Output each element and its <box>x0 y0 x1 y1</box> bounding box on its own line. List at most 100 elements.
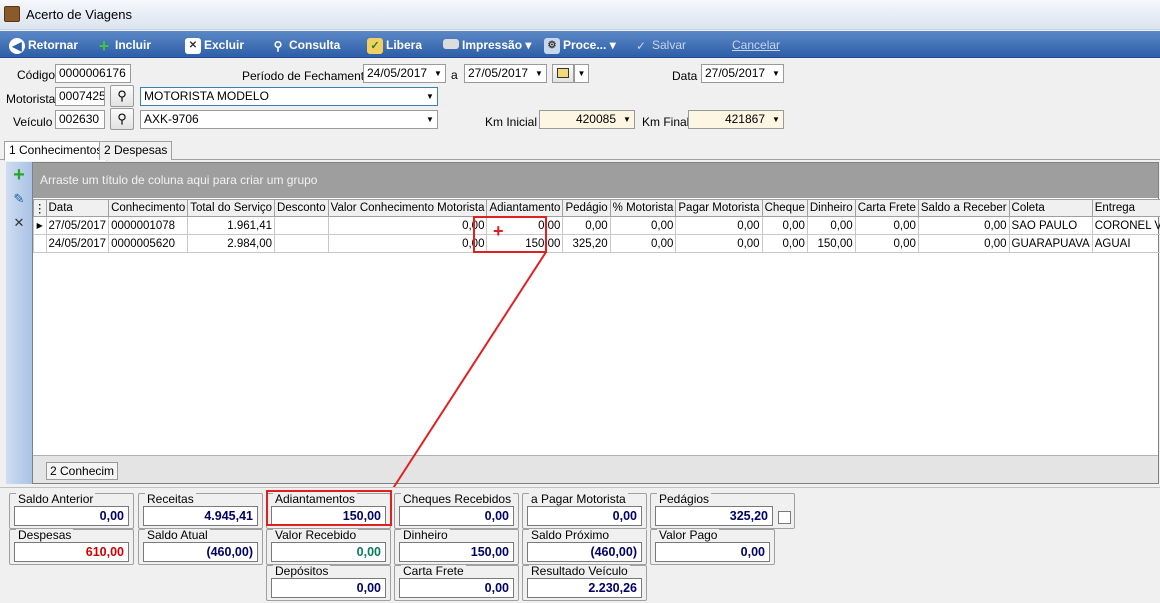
receitas-value[interactable]: 4.945,41 <box>143 506 258 526</box>
motorista-codigo-field[interactable]: 0007425 <box>55 87 105 106</box>
libera-button[interactable]: ✓ Libera <box>367 35 422 55</box>
valor-pago-value[interactable]: 0,00 <box>655 542 770 562</box>
cell-pedagio[interactable]: 0,00 <box>562 216 611 235</box>
cell-conhecimento[interactable]: 0000001078 <box>108 216 189 235</box>
col-header-entrega[interactable]: Entrega <box>1091 199 1160 217</box>
retornar-button[interactable]: ◀ Retornar <box>9 35 78 55</box>
pedagios-checkbox[interactable] <box>778 511 791 524</box>
edit-icon[interactable]: ✎ <box>10 190 28 208</box>
consulta-button[interactable]: ⚲ Consulta <box>270 35 341 55</box>
cell-valor-conhecimento-motorista[interactable]: 0,00 <box>327 234 488 253</box>
group-panel[interactable]: Arraste um título de coluna aqui para cr… <box>33 163 1158 198</box>
col-header-dinheiro[interactable]: Dinheiro <box>806 199 856 217</box>
cell-coleta[interactable]: GUARAPUAVA <box>1008 234 1093 253</box>
cell-desconto[interactable] <box>274 234 329 253</box>
km-inicial-field[interactable]: 420085 ▼ <box>539 110 635 129</box>
tab-conhecimentos[interactable]: 1 Conhecimentos <box>4 141 108 161</box>
incluir-button[interactable]: + Incluir <box>96 35 151 55</box>
despesas-value[interactable]: 610,00 <box>14 542 129 562</box>
codigo-field[interactable]: 0000006176 <box>55 64 131 83</box>
cell-carta-frete[interactable]: 0,00 <box>854 216 919 235</box>
pedagios-value[interactable]: 325,20 <box>655 506 773 526</box>
col-header-percent-motorista[interactable]: % Motorista <box>609 199 677 217</box>
motorista-nome-field[interactable]: MOTORISTA MODELO ▼ <box>140 87 438 106</box>
cell-entrega[interactable]: CORONEL VIVIDA <box>1091 216 1160 235</box>
impressao-menu[interactable]: Impressão ▾ <box>443 35 531 55</box>
motorista-search-button[interactable]: ⚲ <box>110 85 134 107</box>
cell-coleta[interactable]: SAO PAULO <box>1008 216 1093 235</box>
veiculo-search-button[interactable]: ⚲ <box>110 108 134 130</box>
cell-total-servico[interactable]: 1.961,41 <box>187 216 276 235</box>
chevron-down-icon[interactable]: ▼ <box>769 65 783 82</box>
excluir-button[interactable]: ✕ Excluir <box>185 35 244 55</box>
cell-carta-frete[interactable]: 0,00 <box>854 234 919 253</box>
periodo-inicio-field[interactable]: 24/05/2017 ▼ <box>363 64 446 83</box>
chevron-down-icon[interactable]: ▼ <box>532 65 546 82</box>
calendar-icon[interactable] <box>552 64 574 83</box>
cell-dinheiro[interactable]: 0,00 <box>806 216 856 235</box>
cell-percent-motorista[interactable]: 0,00 <box>609 216 677 235</box>
column-chooser-icon[interactable]: ⋮ <box>33 199 47 217</box>
cell-pagar-motorista[interactable]: 0,00 <box>675 216 763 235</box>
col-header-cheque[interactable]: Cheque <box>761 199 808 217</box>
resultado-veiculo-value[interactable]: 2.230,26 <box>527 578 642 598</box>
col-header-desconto[interactable]: Desconto <box>274 199 329 217</box>
tab-despesas[interactable]: 2 Despesas <box>99 141 173 160</box>
veiculo-codigo-field[interactable]: 002630 <box>55 110 105 129</box>
saldo-proximo-acerto-value[interactable]: (460,00) <box>527 542 642 562</box>
record-count[interactable]: 2 Conhecim <box>46 462 119 480</box>
cancelar-button[interactable]: Cancelar <box>732 35 780 55</box>
col-header-valor-conhecimento-motorista[interactable]: Valor Conhecimento Motorista <box>327 199 488 217</box>
cell-cheque[interactable]: 0,00 <box>761 234 808 253</box>
cell-total-servico[interactable]: 2.984,00 <box>187 234 276 253</box>
chevron-down-icon[interactable]: ▼ <box>423 88 437 105</box>
cell-cheque[interactable]: 0,00 <box>761 216 808 235</box>
col-header-pedagio[interactable]: Pedágio <box>562 199 611 217</box>
calendar-dropdown-button[interactable]: ▼ <box>574 64 589 83</box>
cell-saldo-receber[interactable]: 0,00 <box>917 216 1010 235</box>
periodo-fim-field[interactable]: 27/05/2017 ▼ <box>464 64 547 83</box>
col-header-data[interactable]: Data <box>45 199 110 217</box>
carta-frete-value[interactable]: 0,00 <box>399 578 514 598</box>
valor-recebido-value[interactable]: 0,00 <box>271 542 386 562</box>
cell-valor-conhecimento-motorista[interactable]: 0,00 <box>327 216 488 235</box>
cell-conhecimento[interactable]: 0000005620 <box>108 234 189 253</box>
cell-saldo-receber[interactable]: 0,00 <box>917 234 1010 253</box>
cell-entrega[interactable]: AGUAI <box>1091 234 1160 253</box>
chevron-down-icon[interactable]: ▼ <box>431 65 445 82</box>
col-header-carta-frete[interactable]: Carta Frete <box>854 199 919 217</box>
chevron-down-icon[interactable]: ▼ <box>769 111 783 128</box>
cell-percent-motorista[interactable]: 0,00 <box>609 234 677 253</box>
cell-data[interactable]: 27/05/2017 <box>45 216 110 235</box>
km-final-field[interactable]: 421867 ▼ <box>688 110 784 129</box>
table-row[interactable]: ▶ 27/05/2017 0000001078 1.961,41 0,00 0,… <box>33 216 1160 235</box>
a-pagar-motorista-value[interactable]: 0,00 <box>527 506 642 526</box>
veiculo-placa-field[interactable]: AXK-9706 ▼ <box>140 110 438 129</box>
delete-clipboard-icon[interactable]: ✕ <box>10 214 28 232</box>
chevron-down-icon[interactable]: ▼ <box>620 111 634 128</box>
periodo-label: Período de Fechamento <box>242 69 371 83</box>
col-header-conhecimento[interactable]: Conhecimento <box>108 199 189 217</box>
chevron-down-icon[interactable]: ▼ <box>423 111 437 128</box>
table-row[interactable]: 24/05/2017 0000005620 2.984,00 0,00 150,… <box>33 234 1160 253</box>
data-field[interactable]: 27/05/2017 ▼ <box>701 64 784 83</box>
cell-pagar-motorista[interactable]: 0,00 <box>675 234 763 253</box>
cheques-recebidos-value[interactable]: 0,00 <box>399 506 514 526</box>
saldo-atual-value[interactable]: (460,00) <box>143 542 258 562</box>
km-inicial-label: Km Inicial <box>485 115 538 129</box>
cell-dinheiro[interactable]: 150,00 <box>806 234 856 253</box>
col-header-adiantamento[interactable]: Adiantamento <box>486 199 564 217</box>
saldo-anterior-value[interactable]: 0,00 <box>14 506 129 526</box>
col-header-pagar-motorista[interactable]: Pagar Motorista <box>675 199 763 217</box>
add-icon[interactable]: + <box>10 165 28 185</box>
col-header-coleta[interactable]: Coleta <box>1008 199 1093 217</box>
depositos-value[interactable]: 0,00 <box>271 578 386 598</box>
dinheiro-value[interactable]: 150,00 <box>399 542 514 562</box>
cell-pedagio[interactable]: 325,20 <box>562 234 611 253</box>
col-header-total-servico[interactable]: Total do Serviço <box>187 199 276 217</box>
col-header-saldo-receber[interactable]: Saldo a Receber <box>917 199 1010 217</box>
salvar-button[interactable]: ✓ Salvar <box>633 35 686 55</box>
cell-data[interactable]: 24/05/2017 <box>45 234 110 253</box>
processar-menu[interactable]: ⚙ Proce... ▾ <box>544 35 616 55</box>
cell-desconto[interactable] <box>274 216 329 235</box>
